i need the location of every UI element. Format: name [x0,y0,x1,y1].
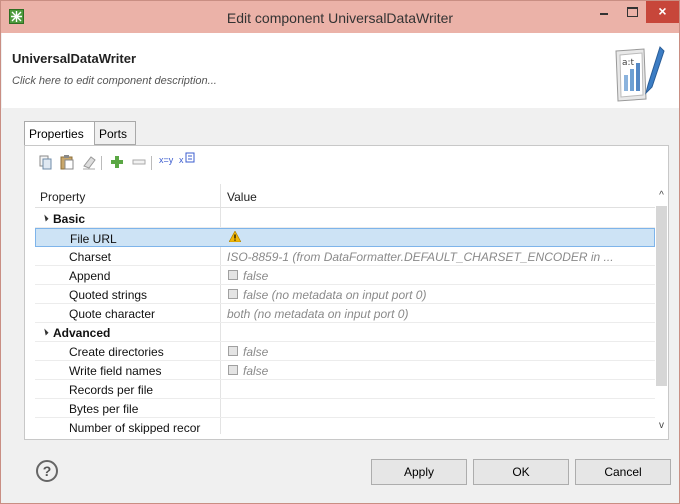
category-label: Advanced [53,326,111,340]
x-edit-icon [185,152,195,163]
table-row[interactable]: Number of skipped recor [35,418,655,434]
quoted-strings-checkbox[interactable] [228,289,238,299]
table-row[interactable]: Create directories false [35,342,655,361]
minimize-button[interactable] [591,1,617,23]
table-row[interactable]: Write field names false [35,361,655,380]
window-title: Edit component UniversalDataWriter [226,10,454,26]
property-name: Quote character [69,307,156,321]
property-name: Append [69,269,111,283]
scroll-thumb[interactable] [656,206,667,386]
properties-panel: x=y x Property Value Basic File URL Char… [24,145,669,440]
table-row[interactable]: Bytes per file [35,399,655,418]
property-name: Quoted strings [69,288,148,302]
toolbar-divider [101,156,102,170]
scroll-down-icon[interactable]: v [655,420,668,432]
table-row[interactable]: Quote character both (no metadata on inp… [35,304,655,323]
property-value: false [243,269,269,283]
property-name: Records per file [69,383,154,397]
property-column-header[interactable]: Property [40,190,85,204]
table-header: Property Value [35,184,655,208]
paste-icon[interactable] [59,154,75,170]
vertical-scrollbar[interactable]: ^ v [655,184,668,434]
property-value[interactable]: both (no metadata on input port 0) [227,307,408,321]
scroll-up-icon[interactable]: ^ [655,190,668,202]
category-basic[interactable]: Basic [35,209,655,228]
toolbar-divider [151,156,152,170]
apply-button[interactable]: Apply [371,459,467,485]
property-name: Bytes per file [69,402,139,416]
create-directories-checkbox[interactable] [228,346,238,356]
write-field-names-checkbox[interactable] [228,365,238,375]
table-row[interactable]: Quoted strings false (no metadata on inp… [35,285,655,304]
writer-logo-icon: a:t [615,46,665,102]
x-button[interactable]: x [179,155,184,165]
append-checkbox[interactable] [228,270,238,280]
eraser-icon[interactable] [81,154,97,170]
category-label: Basic [53,212,86,226]
tab-ports[interactable]: Ports [94,121,136,145]
add-icon[interactable] [109,154,125,170]
copy-icon[interactable] [37,154,53,170]
table-row[interactable]: Charset ISO-8859-1 (from DataFormatter.D… [35,247,655,266]
component-name: UniversalDataWriter [12,51,137,66]
collapse-triangle-icon[interactable] [41,214,49,222]
tab-properties[interactable]: Properties [24,121,95,146]
property-value: false [243,345,269,359]
properties-table: Property Value Basic File URL Charset IS… [35,184,655,434]
property-value: false [243,364,269,378]
maximize-button[interactable] [619,1,645,23]
table-row[interactable]: Records per file [35,380,655,399]
property-name: Charset [69,250,112,264]
xy-button[interactable]: x=y [159,155,173,165]
dialog-window: Edit component UniversalDataWriter × Uni… [0,0,680,504]
property-name: Number of skipped recor [69,421,201,434]
value-column-header[interactable]: Value [227,190,257,204]
help-icon[interactable]: ? [36,460,58,482]
close-button[interactable]: × [646,1,679,23]
ok-button[interactable]: OK [473,459,569,485]
property-name: File URL [70,232,117,246]
table-row[interactable]: Append false [35,266,655,285]
remove-icon[interactable] [131,154,147,170]
category-advanced[interactable]: Advanced [35,323,655,342]
property-value: false (no metadata on input port 0) [243,288,427,302]
property-name: Write field names [69,364,162,378]
component-header: UniversalDataWriter Click here to edit c… [2,33,679,108]
table-row[interactable]: File URL [35,228,655,247]
property-name: Create directories [69,345,164,359]
cancel-button[interactable]: Cancel [575,459,671,485]
property-value[interactable]: ISO-8859-1 (from DataFormatter.DEFAULT_C… [227,250,614,264]
component-description[interactable]: Click here to edit component description… [12,75,217,87]
svg-text:a:t: a:t [622,58,635,68]
collapse-triangle-icon[interactable] [41,328,49,336]
warning-icon [229,231,241,242]
title-bar[interactable]: Edit component UniversalDataWriter × [1,1,679,33]
